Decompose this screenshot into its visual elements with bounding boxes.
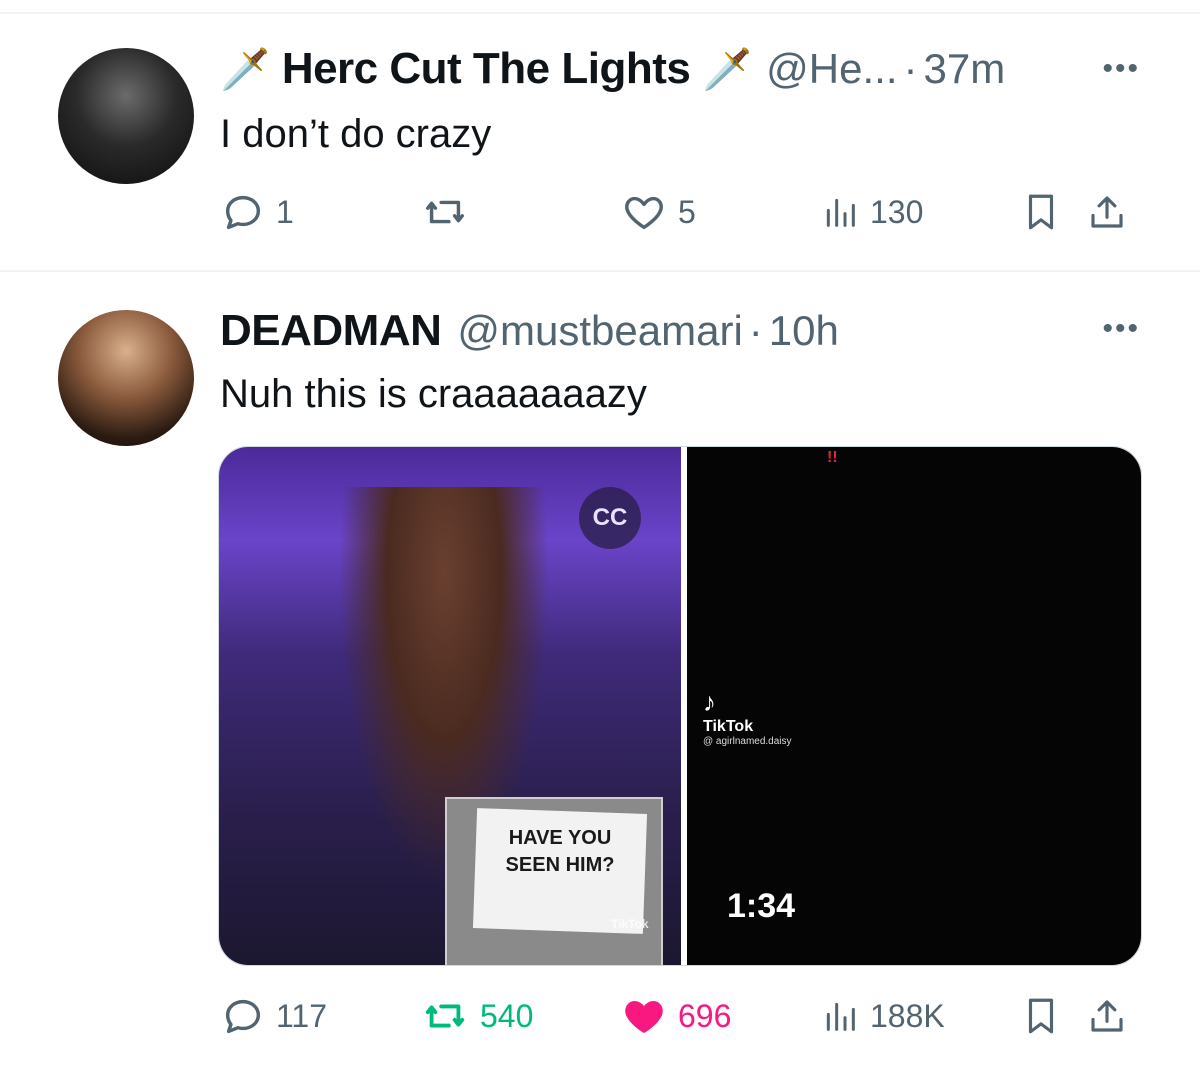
like-count: 696 — [678, 997, 732, 1034]
poster-text: HAVE YOU SEEN HIM? — [505, 827, 615, 876]
recording-badge: !! — [827, 449, 838, 466]
reply-button[interactable]: 117 — [220, 993, 420, 1039]
repost-button[interactable]: 540 — [420, 993, 620, 1039]
repost-icon — [426, 200, 464, 224]
sword-emoji-icon: 🗡️ — [702, 48, 753, 92]
reply-count: 1 — [276, 193, 294, 230]
tweet-header: 🗡️ Herc Cut The Lights 🗡️ @He... · 37m — [220, 44, 1005, 94]
views-count: 188K — [870, 997, 945, 1034]
heart-filled-icon — [625, 1001, 663, 1033]
share-button[interactable] — [1086, 188, 1140, 236]
repost-icon — [425, 1004, 465, 1028]
separator-dot: · — [748, 307, 763, 354]
more-horizontal-icon[interactable]: ••• — [1102, 312, 1140, 346]
divider-top — [0, 12, 1200, 14]
avatar[interactable] — [58, 310, 194, 446]
media-video-right[interactable]: !! ♪ TikTok @ agirlnamed.daisy 1:34 — [687, 447, 1141, 965]
user-handle[interactable]: @mustbeamari — [457, 307, 742, 355]
bookmark-icon — [1028, 998, 1054, 1034]
divider-between-tweets — [0, 270, 1200, 272]
media-image-left[interactable]: CC HAVE YOU SEEN HIM? TikTok — [219, 447, 681, 965]
avatar[interactable] — [58, 48, 194, 184]
reply-icon — [225, 195, 261, 230]
bookmark-icon — [1028, 194, 1054, 230]
bookmark-button[interactable] — [1020, 188, 1086, 236]
tiktok-label: TikTok — [703, 718, 754, 735]
share-icon — [1091, 1000, 1123, 1032]
views-bar-chart-icon — [826, 1002, 855, 1031]
captions-icon[interactable]: CC — [579, 487, 641, 549]
action-bar: 1 5 130 — [220, 188, 1140, 236]
tiktok-user: @ agirlnamed.daisy — [703, 736, 792, 747]
tweet-text: I don’t do crazy — [220, 112, 492, 156]
timestamp[interactable]: 10h — [769, 307, 839, 355]
views-bar-chart-icon — [826, 198, 855, 227]
reply-count: 117 — [276, 997, 328, 1034]
tweet-text: Nuh this is craaaaaaazy — [220, 372, 647, 416]
reply-button[interactable]: 1 — [220, 189, 420, 235]
repost-button[interactable] — [420, 189, 620, 235]
views-button[interactable]: 130 — [820, 190, 1020, 234]
tiktok-watermark: TikTok — [611, 917, 649, 931]
media-grid: CC HAVE YOU SEEN HIM? TikTok !! ♪ TikTok… — [218, 446, 1142, 966]
display-name[interactable]: Herc Cut The Lights — [282, 44, 691, 94]
like-count: 5 — [678, 193, 696, 230]
timestamp[interactable]: 37m — [924, 45, 1006, 93]
bookmark-button[interactable] — [1020, 992, 1086, 1040]
sword-emoji-icon: 🗡️ — [220, 48, 270, 92]
share-icon — [1091, 196, 1123, 228]
tweet-header: DEADMAN @mustbeamari · 10h — [220, 306, 839, 356]
user-handle[interactable]: @He... — [766, 45, 897, 93]
share-button[interactable] — [1086, 992, 1140, 1040]
reply-icon — [225, 999, 261, 1034]
separator-dot: · — [903, 45, 918, 92]
video-duration: 1:34 — [727, 887, 796, 925]
tiktok-note-icon: ♪ — [703, 687, 716, 717]
like-button[interactable]: 5 — [620, 189, 820, 235]
views-button[interactable]: 188K — [820, 994, 1020, 1038]
action-bar: 117 540 696 188K — [220, 992, 1140, 1040]
display-name[interactable]: DEADMAN — [220, 306, 442, 356]
like-button[interactable]: 696 — [620, 993, 820, 1039]
missing-poster-image: HAVE YOU SEEN HIM? — [445, 797, 663, 965]
views-count: 130 — [870, 193, 924, 230]
repost-count: 540 — [480, 997, 534, 1034]
heart-icon — [625, 196, 663, 230]
more-horizontal-icon[interactable]: ••• — [1102, 52, 1140, 86]
tiktok-watermark: ♪ TikTok @ agirlnamed.daisy — [703, 687, 792, 747]
